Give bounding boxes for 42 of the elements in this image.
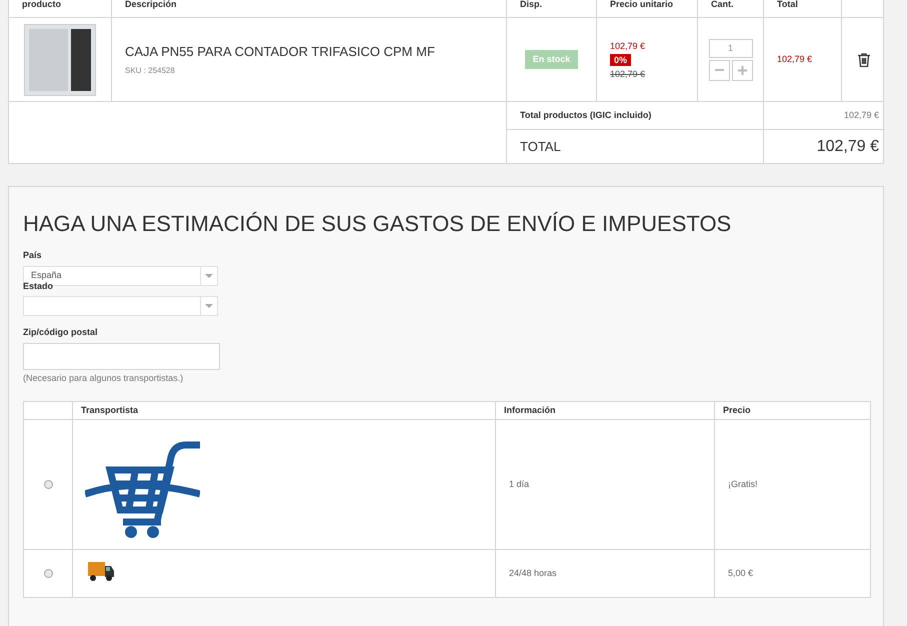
column-header: Cant. xyxy=(711,0,734,9)
truck-icon xyxy=(87,559,115,583)
field-label: Zip/código postal xyxy=(23,326,98,339)
column-header: Total xyxy=(777,0,798,9)
line-total: 102,79 € xyxy=(777,52,812,66)
caret-icon xyxy=(205,274,213,278)
old-price: 102,79 € xyxy=(610,68,646,78)
plus-icon xyxy=(738,66,746,74)
column-header: producto xyxy=(22,0,61,9)
column-header: Descripción xyxy=(125,0,177,9)
shipping-price: 5,00 € xyxy=(728,566,754,580)
subtotal-value: 102,79 € xyxy=(844,108,879,122)
increase-button[interactable] xyxy=(732,60,752,80)
stock-label: En stock xyxy=(524,50,578,70)
total-value: 102,79 € xyxy=(816,136,879,156)
postal-code-field[interactable] xyxy=(23,342,220,370)
product-name[interactable]: CAJA PN55 PARA CONTADOR TRIFASICO CPM MF xyxy=(125,42,506,62)
minus-icon xyxy=(714,69,724,71)
column-header: Precio unitario xyxy=(610,0,674,9)
field-note: (Necesario para algunos transportistas.) xyxy=(23,372,184,385)
field-label: País xyxy=(23,249,43,262)
discount-label: 0% xyxy=(610,54,632,66)
column-header: Precio xyxy=(723,404,751,417)
total-label: TOTAL xyxy=(520,138,561,156)
select-value: España xyxy=(30,268,62,282)
section-title: HAGA UNA ESTIMACIÓN DE SUS GASTOS DE ENVÍO E IMPUESTOS xyxy=(23,211,732,237)
column-header: Transportista xyxy=(81,404,138,417)
unit-price: 102,79 € xyxy=(610,40,646,50)
radio-button[interactable] xyxy=(44,480,52,489)
select-field[interactable] xyxy=(23,296,218,316)
trash-icon[interactable] xyxy=(858,52,870,66)
decrease-button[interactable] xyxy=(708,60,730,80)
subtotal-label: Total productos (IGIC incluido) xyxy=(520,108,652,122)
radio-button[interactable] xyxy=(44,569,52,578)
delivery-time: 1 día xyxy=(509,478,530,491)
column-header: Disp. xyxy=(520,0,542,9)
caret-icon xyxy=(205,304,213,308)
delivery-time: 24/48 horas xyxy=(509,566,557,580)
column-header: Información xyxy=(504,404,556,417)
shipping-price: ¡Gratis! xyxy=(728,478,758,491)
product-photo[interactable] xyxy=(24,24,96,96)
product-sku: SKU : 254528 xyxy=(125,65,176,78)
